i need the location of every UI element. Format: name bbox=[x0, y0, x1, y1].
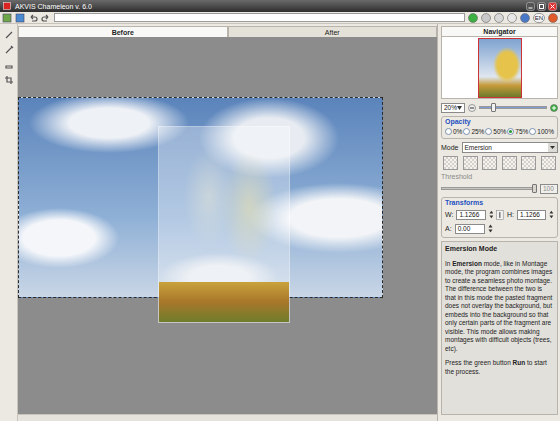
toolbar: EN bbox=[0, 12, 560, 24]
navigator-title: Navigator bbox=[441, 26, 558, 37]
tabs: BeforeAfter bbox=[18, 24, 437, 37]
help-icon[interactable] bbox=[520, 13, 530, 23]
akvis-icon[interactable] bbox=[548, 13, 558, 23]
close-icon[interactable] bbox=[548, 2, 557, 11]
paste-icon[interactable] bbox=[15, 13, 25, 23]
lock-icon[interactable] bbox=[496, 210, 504, 220]
zoom-field[interactable]: 20% bbox=[441, 103, 465, 113]
app-logo-icon bbox=[3, 2, 11, 10]
radio-icon[interactable] bbox=[445, 128, 452, 135]
settings-icon[interactable] bbox=[494, 13, 504, 23]
radio-icon[interactable] bbox=[507, 128, 514, 135]
pasted-fragment[interactable] bbox=[158, 126, 290, 323]
threshold-value[interactable]: 100 bbox=[540, 184, 558, 194]
slider-thumb[interactable] bbox=[532, 184, 537, 193]
spinner-icon[interactable] bbox=[489, 210, 494, 219]
stop-icon[interactable] bbox=[481, 13, 491, 23]
spinner-icon[interactable] bbox=[488, 224, 493, 233]
open-icon[interactable] bbox=[2, 13, 12, 23]
help-box: Emersion Mode In Emersion mode, like in M… bbox=[441, 241, 558, 415]
group-title: Transforms bbox=[445, 199, 554, 206]
path-field[interactable] bbox=[54, 13, 465, 22]
opacity-radio[interactable]: 0% bbox=[445, 128, 462, 135]
minimize-icon[interactable] bbox=[526, 2, 535, 11]
eraser-icon[interactable] bbox=[4, 60, 14, 70]
help-title: Emersion Mode bbox=[445, 245, 554, 254]
mode-button[interactable] bbox=[521, 156, 536, 170]
help-paragraph: Press the green button Run to start the … bbox=[445, 359, 554, 376]
transform-field[interactable]: 0.00 bbox=[455, 224, 485, 234]
mode-buttons bbox=[441, 156, 558, 170]
transform-field[interactable]: 1.1266 bbox=[517, 210, 546, 220]
redo-icon[interactable] bbox=[41, 13, 51, 23]
window-buttons bbox=[526, 2, 557, 11]
opacity-radio[interactable]: 100% bbox=[529, 128, 554, 135]
window-title: AKVIS Chameleon v. 6.0 bbox=[15, 3, 522, 10]
mode-button[interactable] bbox=[502, 156, 517, 170]
zoom-out-icon[interactable] bbox=[468, 104, 476, 112]
transform-row: A:0.00 bbox=[445, 223, 554, 234]
opacity-radio[interactable]: 50% bbox=[485, 128, 506, 135]
language-button[interactable]: EN bbox=[533, 13, 545, 23]
fragment-sky bbox=[159, 127, 289, 282]
run-icon[interactable] bbox=[468, 13, 478, 23]
mode-button[interactable] bbox=[463, 156, 478, 170]
opacity-group: Opacity 0%25%50%75%100% bbox=[441, 116, 558, 139]
radio-icon[interactable] bbox=[485, 128, 492, 135]
opacity-radio[interactable]: 25% bbox=[463, 128, 484, 135]
field-label: W: bbox=[445, 211, 453, 218]
brush-icon[interactable] bbox=[4, 30, 14, 40]
group-title: Opacity bbox=[445, 118, 554, 125]
thumbnail-image[interactable] bbox=[478, 38, 522, 98]
mode-button[interactable] bbox=[482, 156, 497, 170]
transforms-group: TransformsW:1.1266H:1.1266A:0.00 bbox=[441, 197, 558, 238]
zoom-row: 20% bbox=[441, 102, 558, 113]
help-paragraph: In Emersion mode, like in Montage mode, … bbox=[445, 260, 554, 354]
threshold-label: Threshold bbox=[441, 173, 558, 180]
info-icon[interactable] bbox=[507, 13, 517, 23]
app-window: AKVIS Chameleon v. 6.0ENBeforeAfterNavig… bbox=[0, 0, 560, 421]
settings-panel: Navigator20%Opacity0%25%50%75%100%ModeEm… bbox=[437, 24, 560, 421]
mode-label: Mode bbox=[441, 144, 459, 151]
title-bar: AKVIS Chameleon v. 6.0 bbox=[0, 0, 560, 12]
slider-thumb[interactable] bbox=[491, 103, 496, 112]
main-area: BeforeAfter bbox=[18, 24, 437, 421]
tools-bar bbox=[0, 24, 18, 421]
tab[interactable]: Before bbox=[18, 26, 228, 37]
transform-field[interactable]: 1.1266 bbox=[456, 210, 485, 220]
maximize-icon[interactable] bbox=[537, 2, 546, 11]
tab[interactable]: After bbox=[228, 26, 438, 37]
transform-row: W:1.1266H:1.1266 bbox=[445, 209, 554, 220]
mode-row: ModeEmersion bbox=[441, 142, 558, 153]
mode-button[interactable] bbox=[443, 156, 458, 170]
fragment-grass bbox=[159, 282, 289, 322]
zoom-slider[interactable] bbox=[479, 103, 547, 112]
crop-icon[interactable] bbox=[4, 75, 14, 85]
horizontal-scrollbar[interactable] bbox=[18, 414, 437, 421]
mode-button[interactable] bbox=[541, 156, 556, 170]
threshold-slider[interactable] bbox=[441, 184, 537, 193]
dropdown-icon[interactable] bbox=[457, 106, 462, 110]
body: BeforeAfterNavigator20%Opacity0%25%50%75… bbox=[0, 24, 560, 421]
opacity-options: 0%25%50%75%100% bbox=[445, 128, 554, 135]
navigator-thumbnail bbox=[441, 37, 558, 99]
undo-icon[interactable] bbox=[28, 13, 38, 23]
canvas[interactable] bbox=[18, 37, 437, 414]
zoom-in-icon[interactable] bbox=[550, 104, 558, 112]
field-label: A: bbox=[445, 225, 452, 232]
radio-icon[interactable] bbox=[463, 128, 470, 135]
radio-icon[interactable] bbox=[529, 128, 536, 135]
field-label: H: bbox=[507, 211, 514, 218]
mode-select[interactable]: Emersion bbox=[462, 142, 558, 153]
dropdown-icon[interactable] bbox=[548, 143, 557, 152]
opacity-radio[interactable]: 75% bbox=[507, 128, 528, 135]
threshold-row: 100 bbox=[441, 183, 558, 194]
pencil-icon[interactable] bbox=[4, 45, 14, 55]
spinner-icon[interactable] bbox=[549, 210, 554, 219]
